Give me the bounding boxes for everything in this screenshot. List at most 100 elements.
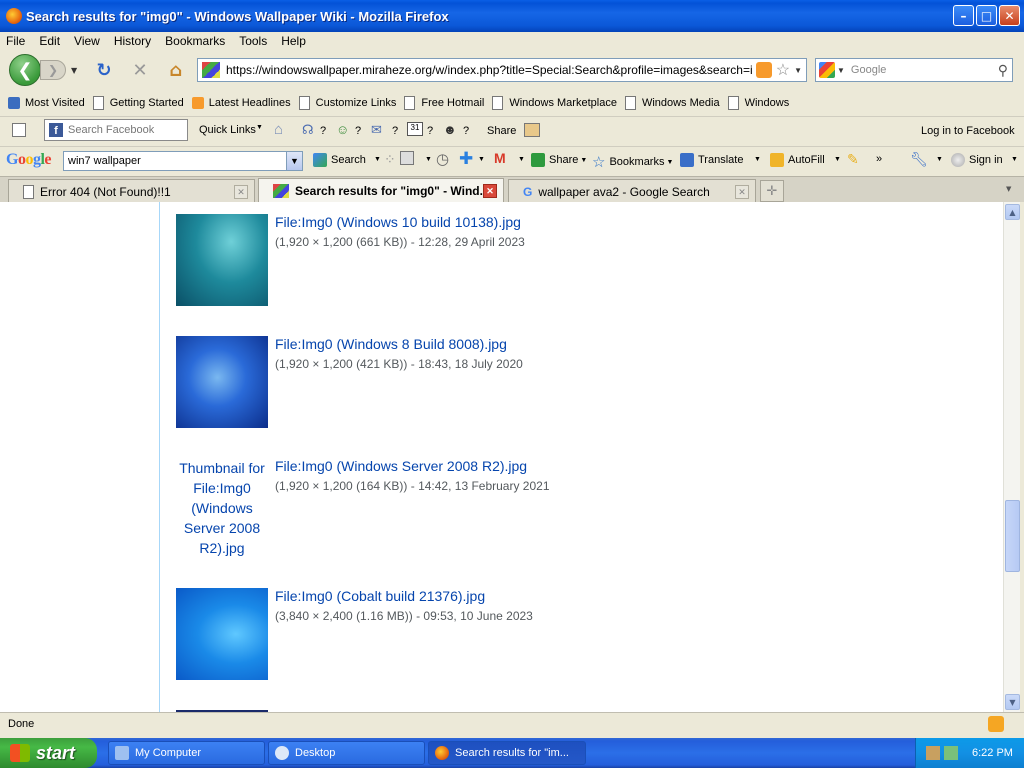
task-my-computer[interactable]: My Computer <box>108 741 265 765</box>
volume-icon[interactable] <box>944 746 958 760</box>
plus-dropdown-icon[interactable]: ▼ <box>478 156 485 163</box>
page-info-dropdown-icon[interactable]: ▼ <box>425 156 432 163</box>
bookmark-star-icon[interactable]: ☆ <box>776 60 790 80</box>
highlight-icon[interactable]: ⁘ <box>384 151 396 168</box>
toolbar-menu-icon[interactable] <box>12 123 26 137</box>
tab-close-icon[interactable]: ✕ <box>735 185 749 199</box>
engine-dropdown-icon[interactable]: ▼ <box>837 66 845 75</box>
bookmark-customize-links[interactable]: Customize Links <box>298 96 396 110</box>
autofill-button[interactable]: AutoFill <box>770 153 825 167</box>
google-share-button[interactable]: Share ▼ <box>531 153 587 167</box>
minimize-button[interactable]: – <box>953 5 974 26</box>
search-dropdown-icon[interactable]: ▼ <box>374 156 381 163</box>
menu-bookmarks[interactable]: Bookmarks <box>165 34 225 48</box>
result-thumbnail[interactable] <box>176 214 268 306</box>
menu-file[interactable]: File <box>6 34 25 48</box>
translate-dropdown-icon[interactable]: ▼ <box>754 156 761 163</box>
result-title-link[interactable]: File:Img0 (Windows 8 Build 8008).jpg <box>275 336 507 352</box>
forward-button[interactable]: ❯ <box>40 60 66 80</box>
wrench-icon[interactable]: 🔧︎ <box>910 151 928 168</box>
gmail-icon[interactable]: M <box>494 150 506 166</box>
scroll-up-icon[interactable]: ▲ <box>1005 204 1020 220</box>
result-thumbnail-alt-text[interactable]: Thumbnail for File:Img0 (Windows Server … <box>176 458 268 558</box>
history-dropdown-icon[interactable]: ▼ <box>71 66 77 75</box>
task-firefox[interactable]: Search results for "im... <box>428 741 586 765</box>
bookmark-most-visited[interactable]: Most Visited <box>8 97 85 109</box>
bookmark-windows[interactable]: Windows <box>727 96 789 110</box>
bookmark-latest-headlines[interactable]: Latest Headlines <box>191 97 291 109</box>
result-title-link[interactable]: File:Img0 (Windows 10 build 10138).jpg <box>275 214 521 230</box>
sign-in-button[interactable]: Sign in <box>951 153 1003 167</box>
facebook-home-icon[interactable]: ⌂ <box>274 121 283 138</box>
messages-icon[interactable]: ✉ <box>371 122 382 138</box>
menu-history[interactable]: History <box>114 34 151 48</box>
result-thumbnail[interactable] <box>176 588 268 680</box>
page-info-icon[interactable] <box>400 151 414 165</box>
address-bar[interactable]: https://windowswallpaper.miraheze.org/w/… <box>197 58 807 82</box>
google-bookmarks-button[interactable]: ☆ Bookmarks ▼ <box>592 153 673 171</box>
url-dropdown-icon[interactable]: ▼ <box>794 66 802 75</box>
new-tab-button[interactable]: ✛ <box>760 180 784 202</box>
events-icon[interactable]: 31 <box>407 122 423 136</box>
result-meta: (1,920 × 1,200 (164 KB)) - 14:42, 13 Feb… <box>275 479 550 493</box>
bookmark-windows-marketplace[interactable]: Windows Marketplace <box>492 96 617 110</box>
search-placeholder[interactable]: Google <box>851 64 998 76</box>
result-title-link[interactable]: File:Img0 (Windows Server 2008 R2).jpg <box>275 458 527 474</box>
bookmark-getting-started[interactable]: Getting Started <box>92 96 184 110</box>
menu-edit[interactable]: Edit <box>39 34 60 48</box>
menu-view[interactable]: View <box>74 34 100 48</box>
maximize-button[interactable]: □ <box>976 5 997 26</box>
share-page-icon[interactable] <box>524 123 540 137</box>
pencil-icon[interactable]: ✎ <box>847 151 859 168</box>
reload-icon[interactable]: ↻ <box>94 60 114 81</box>
result-thumbnail[interactable] <box>176 336 268 428</box>
scroll-down-icon[interactable]: ▼ <box>1005 694 1020 710</box>
quick-links-button[interactable]: Quick Links <box>199 124 256 136</box>
friends-icon[interactable]: ☻ <box>443 122 457 137</box>
menu-help[interactable]: Help <box>281 34 306 48</box>
autofill-dropdown-icon[interactable]: ▼ <box>834 156 841 163</box>
tab-search-results[interactable]: Search results for "img0" - Wind... ✕ <box>258 178 504 203</box>
facebook-login-button[interactable]: Log in to Facebook <box>921 125 1015 137</box>
more-tools-button[interactable]: » <box>876 153 882 165</box>
tab-close-icon[interactable]: ✕ <box>483 184 497 198</box>
rss-feed-icon[interactable] <box>755 62 772 78</box>
stop-icon[interactable]: ✕ <box>130 60 150 81</box>
tab-close-icon[interactable]: ✕ <box>234 185 248 199</box>
task-desktop[interactable]: Desktop <box>268 741 425 765</box>
home-icon[interactable]: ⌂ <box>166 60 186 81</box>
magnifier-icon[interactable]: ⚲ <box>998 62 1008 79</box>
gmail-dropdown-icon[interactable]: ▼ <box>518 156 525 163</box>
back-button[interactable]: ❮ <box>9 54 41 86</box>
vertical-scrollbar[interactable]: ▲ ▼ <box>1003 202 1020 712</box>
google-search-dropdown-icon[interactable]: ▼ <box>286 152 302 170</box>
search-box[interactable]: ▼ Google ⚲ <box>815 58 1013 82</box>
status-alert-icon[interactable] <box>988 716 1004 732</box>
quick-links-dropdown-icon[interactable]: ▼ <box>256 124 263 131</box>
scrollbar-thumb[interactable] <box>1005 500 1020 572</box>
share-button[interactable]: Share <box>487 125 516 137</box>
tab-error-404[interactable]: Error 404 (Not Found)!!1 ✕ <box>8 179 255 203</box>
wrench-dropdown-icon[interactable]: ▼ <box>936 156 943 163</box>
translate-button[interactable]: Translate <box>680 153 743 167</box>
clock-icon[interactable]: ◷ <box>436 150 449 168</box>
tab-google-search[interactable]: G wallpaper ava2 - Google Search ✕ <box>508 179 756 203</box>
start-button[interactable]: start <box>0 738 97 768</box>
google-logo[interactable]: Google <box>6 151 51 169</box>
google-engine-icon[interactable] <box>819 62 835 78</box>
sign-in-dropdown-icon[interactable]: ▼ <box>1011 156 1018 163</box>
google-search-input[interactable]: win7 wallpaper ▼ <box>63 151 303 171</box>
result-title-link[interactable]: File:Img0 (Cobalt build 21376).jpg <box>275 588 485 604</box>
facebook-search-input[interactable]: f Search Facebook <box>44 119 188 141</box>
close-button[interactable]: ✕ <box>999 5 1020 26</box>
notifications-icon[interactable]: ☊ <box>302 122 314 138</box>
google-search-button[interactable]: Search <box>313 153 366 167</box>
plus-icon[interactable]: ✚ <box>459 149 473 169</box>
bookmark-windows-media[interactable]: Windows Media <box>624 96 720 110</box>
network-icon[interactable] <box>926 746 940 760</box>
bookmark-free-hotmail[interactable]: Free Hotmail <box>404 96 484 110</box>
url-text[interactable]: https://windowswallpaper.miraheze.org/w/… <box>226 63 752 77</box>
menu-tools[interactable]: Tools <box>239 34 267 48</box>
friend-requests-icon[interactable]: ☺ <box>336 122 349 137</box>
list-all-tabs-icon[interactable]: ▼ <box>1006 185 1011 193</box>
